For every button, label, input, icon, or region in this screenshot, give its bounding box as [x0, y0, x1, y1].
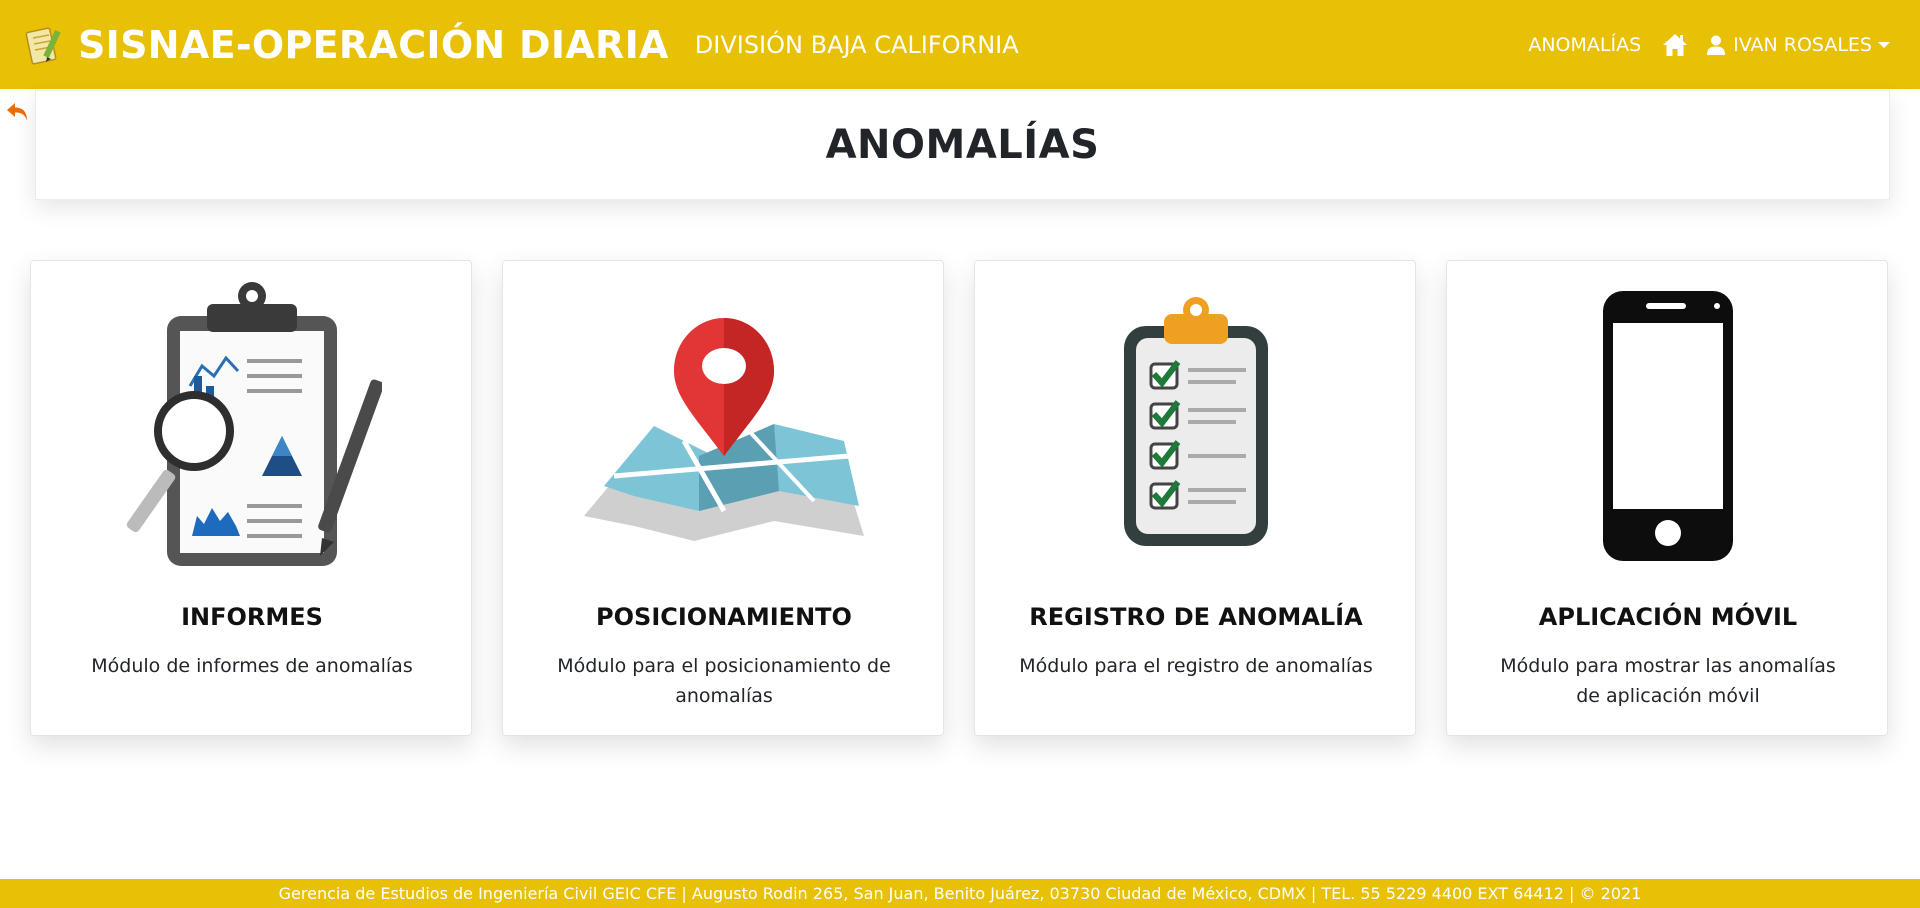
user-name: IVAN ROSALES — [1733, 33, 1872, 56]
card-description: Módulo de informes de anomalías — [91, 655, 413, 677]
map-pin-icon — [584, 318, 864, 541]
chevron-down-icon — [1878, 41, 1890, 48]
footer-text: Gerencia de Estudios de Ingeniería Civil… — [278, 884, 1642, 903]
page-title: ANOMALÍAS — [825, 122, 1100, 168]
user-menu-dropdown[interactable]: IVAN ROSALES — [1707, 34, 1890, 56]
app-title: SISNAE-OPERACIÓN DIARIA — [78, 22, 669, 67]
clipboard-report-magnifier-icon — [126, 282, 382, 566]
notepad-pencil-icon — [25, 26, 61, 65]
card-posicionamiento[interactable]: POSICIONAMIENTO Módulo para el posiciona… — [502, 260, 944, 736]
card-title: APLICACIÓN MÓVIL — [1538, 603, 1798, 631]
card-title: REGISTRO DE ANOMALÍA — [1029, 603, 1363, 631]
card-registro-anomalia[interactable]: REGISTRO DE ANOMALÍA Módulo para el regi… — [974, 260, 1416, 736]
module-cards: INFORMES Módulo de informes de anomalías… — [30, 260, 1890, 736]
top-navbar: SISNAE-OPERACIÓN DIARIA DIVISIÓN BAJA CA… — [0, 0, 1920, 89]
home-icon[interactable] — [1661, 31, 1689, 59]
user-icon — [1707, 35, 1726, 55]
card-description: Módulo para mostrar las anomalías de apl… — [1500, 655, 1836, 707]
nav-link-anomalias[interactable]: ANOMALÍAS — [1528, 34, 1641, 56]
smartphone-icon — [1603, 291, 1733, 561]
card-title: POSICIONAMIENTO — [596, 603, 852, 631]
card-description: Módulo para el posicionamiento de anomal… — [557, 655, 891, 707]
card-aplicacion-movil[interactable]: APLICACIÓN MÓVIL Módulo para mostrar las… — [1446, 260, 1888, 736]
undo-arrow-icon[interactable] — [5, 100, 31, 124]
card-informes[interactable]: INFORMES Módulo de informes de anomalías — [30, 260, 472, 736]
page-title-card: ANOMALÍAS — [35, 90, 1890, 200]
card-title: INFORMES — [181, 603, 323, 631]
division-label: DIVISIÓN BAJA CALIFORNIA — [694, 30, 1019, 59]
nav-right: ANOMALÍAS IVAN ROSALES — [1528, 0, 1890, 89]
footer: Gerencia de Estudios de Ingeniería Civil… — [0, 879, 1920, 908]
card-description: Módulo para el registro de anomalías — [1019, 655, 1373, 677]
clipboard-checklist-icon — [1124, 297, 1268, 546]
brand-link[interactable]: SISNAE-OPERACIÓN DIARIA — [22, 23, 669, 67]
